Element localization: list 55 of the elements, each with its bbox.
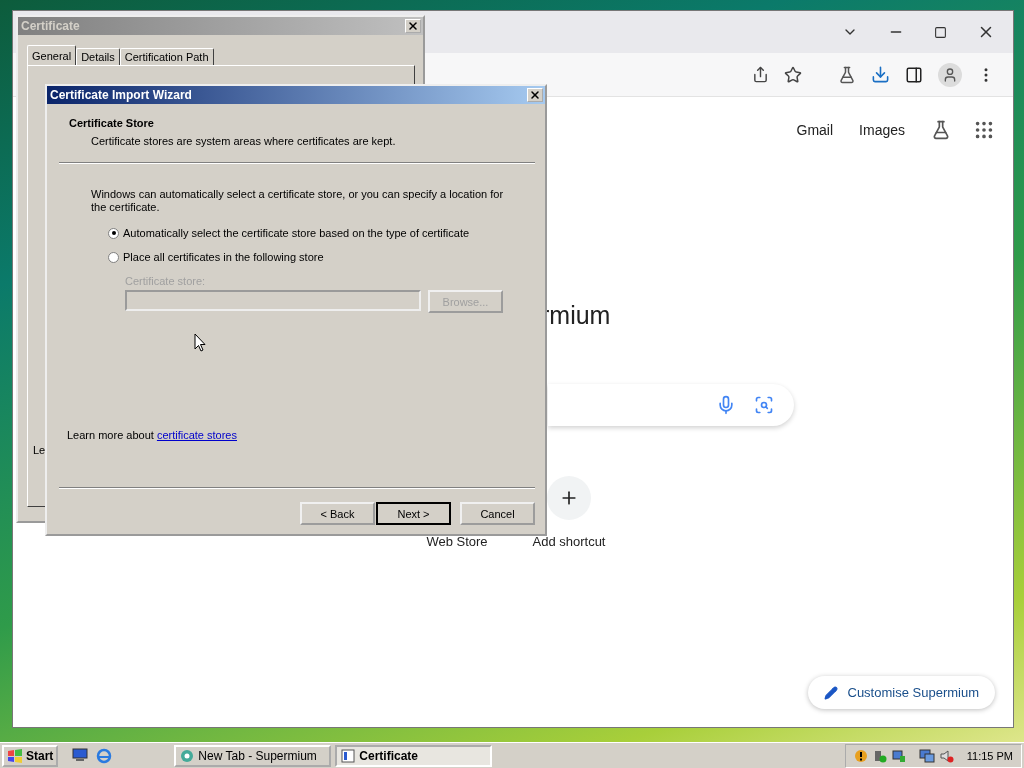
muted-speaker-icon[interactable]	[939, 748, 954, 763]
learn-more-link[interactable]: certificate stores	[156, 429, 237, 441]
download-icon[interactable]	[871, 65, 890, 84]
tab[interactable]: Details	[76, 48, 120, 65]
header-link[interactable]: Gmail	[796, 122, 834, 138]
shortcut-label[interactable]: Add shortcut	[532, 534, 606, 549]
window-title: Certificate Import Wizard	[50, 88, 192, 102]
start-button[interactable]: Start	[2, 744, 59, 767]
description-text: Windows can automatically select a certificate store, or you can specify a location for the certificate.	[91, 188, 505, 214]
close-button[interactable]	[405, 19, 421, 33]
section-description: Certificate stores are system areas where certificates are kept.	[91, 135, 397, 147]
header-link[interactable]: Images	[859, 122, 905, 138]
browser-icon[interactable]	[96, 747, 113, 764]
certificate-icon	[341, 748, 356, 763]
shortcut-label[interactable]: Web Store	[426, 534, 488, 549]
network-icon[interactable]	[891, 748, 906, 763]
add-shortcut-button[interactable]	[547, 476, 591, 520]
windows-logo-icon	[7, 748, 23, 763]
radio-label[interactable]: Automatically select the certificate store based on the type of certificate	[123, 227, 470, 239]
cut-text: Le	[33, 444, 46, 456]
learn-more-text: Learn more about certificate stores	[67, 429, 238, 441]
radio-button[interactable]	[108, 227, 119, 239]
desktop-icon[interactable]	[72, 747, 89, 762]
radio-button[interactable]	[108, 251, 119, 263]
flask-icon[interactable]	[931, 120, 951, 140]
radio-label[interactable]: Place all certificates in the following store	[123, 251, 324, 263]
side-panel-icon[interactable]	[905, 65, 923, 84]
security-icon[interactable]	[872, 748, 887, 763]
section-heading: Certificate Store	[69, 117, 155, 129]
tab[interactable]: General	[27, 45, 77, 65]
warning-icon[interactable]	[853, 748, 868, 763]
computer-icon[interactable]	[918, 748, 935, 763]
close-button[interactable]	[527, 88, 543, 102]
star-icon[interactable]	[784, 65, 802, 84]
taskbar-button[interactable]: New Tab - Supermium	[174, 744, 332, 767]
lens-icon[interactable]	[754, 395, 774, 415]
flask-icon[interactable]	[838, 65, 856, 84]
taskbar-button[interactable]: Certificate	[335, 744, 493, 767]
apps-icon[interactable]	[973, 119, 995, 141]
wizard-button[interactable]: Next >	[376, 502, 451, 525]
clock[interactable]: 11:15 PM	[966, 749, 1013, 762]
maximize-icon[interactable]	[934, 25, 947, 39]
customise-button[interactable]: Customise Supermium	[807, 676, 995, 709]
profile-icon[interactable]	[938, 62, 962, 87]
window-title: Certificate	[21, 19, 80, 33]
pencil-icon	[823, 685, 838, 700]
wizard-button[interactable]: < Back	[300, 502, 375, 525]
globe-icon	[180, 748, 195, 763]
close-icon	[529, 89, 541, 101]
wizard-button[interactable]: Cancel	[460, 502, 535, 525]
microphone-icon[interactable]	[716, 395, 736, 415]
tab[interactable]: Certification Path	[119, 48, 214, 65]
close-icon	[407, 20, 419, 32]
mouse-pointer-icon	[194, 333, 206, 352]
share-icon[interactable]	[752, 66, 769, 83]
